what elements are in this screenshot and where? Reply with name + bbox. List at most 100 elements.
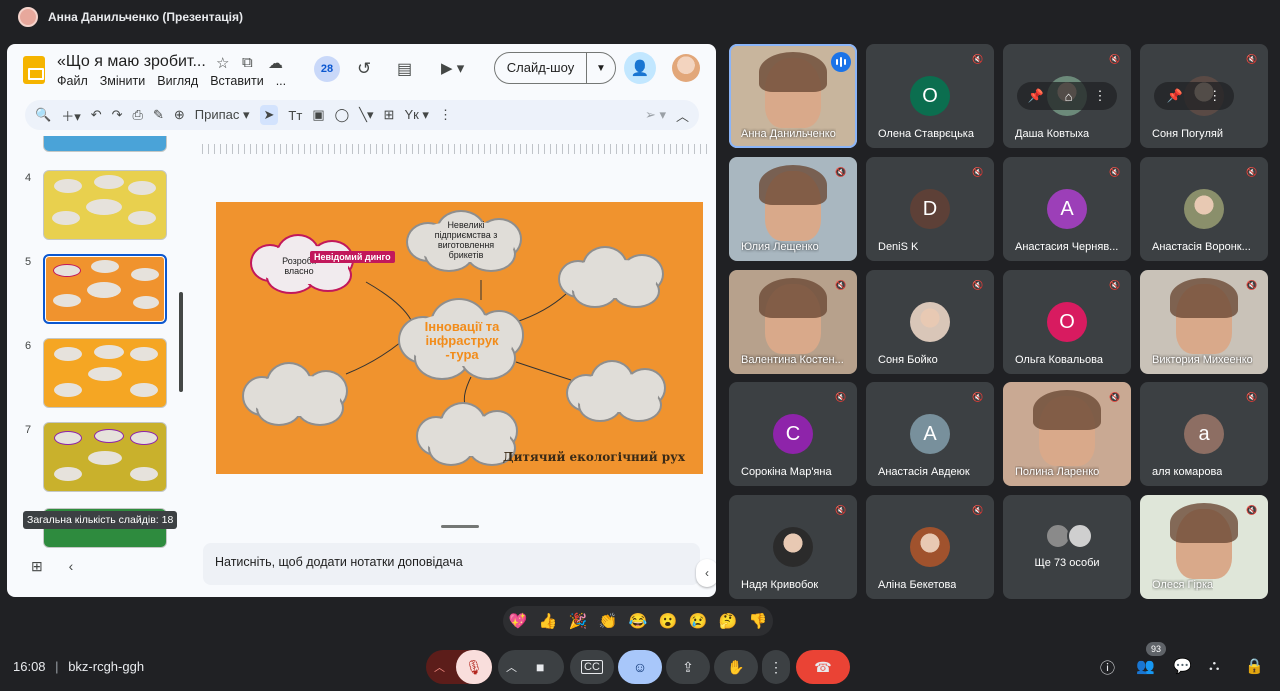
collaborators-badge[interactable]: 28 (314, 56, 340, 82)
undo-icon[interactable]: ↶ (91, 107, 102, 123)
more-vert-icon[interactable]: ⋮ (439, 107, 452, 123)
select-tool-icon[interactable]: ➤ (259, 105, 279, 125)
image-icon[interactable]: ▣ (312, 107, 324, 123)
comments-icon[interactable]: ▤ (397, 59, 412, 79)
present-button[interactable]: ⇪ (666, 650, 710, 684)
search-icon[interactable]: 🔍 (35, 107, 51, 123)
cloud-empty[interactable] (566, 360, 668, 424)
menu-view[interactable]: Вигляд (157, 74, 198, 88)
participant-tile[interactable]: Соня Погуляй 🔇 📌 ⋮ (1140, 44, 1268, 148)
info-icon[interactable]: ⓘ (1100, 657, 1115, 678)
zoom-fit-dropdown[interactable]: Припас ▾ (195, 107, 250, 123)
participant-tile[interactable]: D DeniS K 🔇 (866, 157, 994, 261)
reaction-emoji[interactable]: 👍 (539, 612, 558, 630)
text-box-icon[interactable]: Tт (288, 108, 302, 123)
meet-camera-icon[interactable]: ▶ ▾ (441, 59, 464, 77)
filmstrip-item-active[interactable]: 5 (7, 254, 197, 328)
slide-thumbnail[interactable] (43, 338, 167, 408)
participant-tile[interactable]: Юлия Лещенко 🔇 (729, 157, 857, 261)
slide-canvas[interactable]: Розробк власно Невідомий динго Невеликі … (216, 202, 703, 474)
slides-logo-icon[interactable] (23, 56, 45, 84)
slide-thumbnail-active[interactable] (43, 254, 167, 324)
end-call-button[interactable]: ☎ (796, 650, 850, 684)
participant-tile[interactable]: Даша Ковтыха 🔇 📌 ⌂ ⋮ (1003, 44, 1131, 148)
menu-file[interactable]: Файл (57, 74, 88, 88)
participant-tile[interactable]: Надя Кривобок 🔇 (729, 495, 857, 599)
pin-icon[interactable]: 📌 (1167, 88, 1183, 104)
shape-icon[interactable]: ◯ (335, 107, 350, 123)
account-avatar[interactable] (672, 54, 700, 82)
participant-tile[interactable]: О Олена Ставрєцька 🔇 (866, 44, 994, 148)
slideshow-button[interactable]: Слайд-шоу ▼ (494, 52, 616, 84)
reaction-emoji[interactable]: 👏 (599, 612, 618, 630)
comment-add-icon[interactable]: ⊞ (384, 107, 395, 123)
history-icon[interactable]: ↺ (357, 59, 371, 79)
participant-tile[interactable]: Аліна Бекетова 🔇 (866, 495, 994, 599)
participant-tile[interactable]: Валентина Костен... 🔇 (729, 270, 857, 374)
raise-hand-button[interactable]: ✋ (714, 650, 758, 684)
participant-tile[interactable]: Анастасія Воронк... 🔇 (1140, 157, 1268, 261)
more-vert-icon[interactable]: ⋮ (1208, 88, 1221, 104)
filmstrip-item[interactable]: 7 (7, 422, 197, 496)
spotlight-icon[interactable]: ⌂ (1065, 89, 1073, 104)
slide-thumbnail[interactable] (43, 136, 167, 152)
star-icon[interactable]: ☆ (216, 54, 229, 72)
camera-options-chevron-icon[interactable]: ︿ (506, 659, 517, 675)
camera-icon[interactable]: ■ (536, 659, 544, 675)
participant-tile[interactable]: С Сорокіна Мар'яна 🔇 (729, 382, 857, 486)
grid-view-icon[interactable]: ⊞ (31, 558, 43, 574)
slide-thumbnail[interactable] (43, 422, 167, 492)
participant-tile[interactable]: a аля комарова 🔇 (1140, 382, 1268, 486)
participant-tile[interactable]: А Анастасия Черняв... 🔇 (1003, 157, 1131, 261)
reaction-emoji[interactable]: 😮 (659, 612, 678, 630)
slideshow-label[interactable]: Слайд-шоу (495, 53, 587, 83)
host-controls-lock-icon[interactable]: 🔒 (1245, 657, 1264, 675)
collapse-filmstrip-icon[interactable]: ‹ (69, 558, 74, 574)
participant-tile[interactable]: Ще 73 особи (1003, 495, 1131, 599)
mic-options-chevron-icon[interactable]: ︿ (434, 659, 445, 675)
doc-title[interactable]: «Що я маю зробит... (57, 53, 206, 71)
participant-tile[interactable]: О Ольга Ковальова 🔇 (1003, 270, 1131, 374)
reaction-emoji[interactable]: 😂 (629, 612, 648, 630)
menu-insert[interactable]: Вставити (210, 74, 263, 88)
pen-icon[interactable]: ➢ ▾ (645, 107, 666, 123)
redo-icon[interactable]: ↷ (112, 107, 123, 123)
emoji-button[interactable]: ☺ (618, 650, 662, 684)
mic-off-button[interactable]: 🎙 (456, 650, 492, 684)
cloud-idea[interactable]: Невеликі підприємства з виготовлення бри… (406, 210, 526, 274)
participant-tile[interactable]: Виктория Михеенко 🔇 (1140, 270, 1268, 374)
filmstrip-item[interactable]: 4 (7, 170, 197, 244)
collapse-toolbar-icon[interactable]: ︿ (676, 106, 689, 125)
activities-icon[interactable]: ⛬ (1209, 657, 1220, 674)
move-folder-icon[interactable]: ⧉ (242, 54, 253, 71)
cloud-status-icon[interactable]: ☁ (268, 54, 283, 72)
print-icon[interactable]: ⎙ (133, 107, 143, 123)
menu-more[interactable]: ... (276, 74, 286, 88)
cloud-empty[interactable] (242, 362, 350, 428)
chat-icon[interactable]: 💬 (1173, 657, 1192, 675)
participant-tile[interactable]: Анна Данильченко (729, 44, 857, 148)
notes-resize-handle[interactable] (441, 525, 479, 528)
reaction-emoji[interactable]: 🎉 (569, 612, 588, 630)
filmstrip-scrollbar[interactable] (179, 292, 183, 392)
reaction-emoji[interactable]: 😢 (689, 612, 708, 630)
chevron-down-icon[interactable]: ▼ (587, 63, 615, 74)
reaction-emoji[interactable]: 💖 (509, 612, 528, 630)
cloud-idea[interactable]: Розробк власно (250, 234, 358, 296)
cloud-empty[interactable] (558, 246, 666, 310)
participant-tile[interactable]: Олеся Гірка 🔇 (1140, 495, 1268, 599)
collapse-panel-icon[interactable]: ‹ (696, 559, 716, 587)
people-icon[interactable]: 👥 (1136, 657, 1155, 675)
cloud-center[interactable]: Інновації та інфраструк -тура (398, 298, 524, 382)
pin-icon[interactable]: 📌 (1027, 88, 1043, 104)
reaction-emoji[interactable]: 🤔 (719, 612, 738, 630)
paint-format-icon[interactable]: ✎ (153, 107, 164, 123)
slide-thumbnail[interactable] (43, 170, 167, 240)
captions-button[interactable]: CC (570, 650, 614, 684)
reaction-emoji[interactable]: 👎 (749, 612, 768, 630)
more-options-button[interactable]: ⋮ (762, 650, 790, 684)
more-vert-icon[interactable]: ⋮ (1094, 88, 1107, 104)
horizontal-ruler[interactable] (202, 144, 707, 154)
participant-tile[interactable]: Полина Ларенко 🔇 (1003, 382, 1131, 486)
input-tools-icon[interactable]: Yк ▾ (404, 107, 429, 123)
